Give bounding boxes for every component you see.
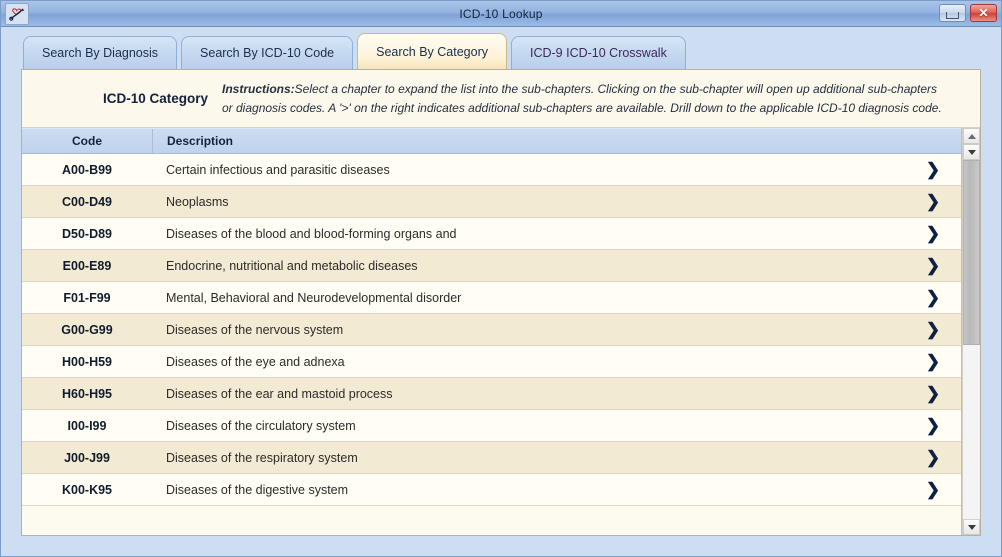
cell-code: C00-D49: [61, 194, 113, 209]
scrollbar-track[interactable]: [963, 160, 980, 519]
cell-description: Diseases of the eye and adnexa: [166, 354, 345, 369]
cell-code: H60-H95: [61, 386, 113, 401]
table-header-row: Code Description: [22, 128, 961, 155]
window-title: ICD-10 Lookup: [459, 6, 543, 21]
table-row[interactable]: G00-G99 Diseases of the nervous system ❯: [22, 314, 961, 347]
grid-main: Code Description A00-B99 Certain infecti…: [22, 128, 962, 535]
scroll-up-button[interactable]: [963, 128, 980, 145]
cell-code: F01-F99: [63, 290, 111, 305]
cell-description: Certain infectious and parasitic disease…: [166, 162, 390, 177]
cell-description: Mental, Behavioral and Neurodevelopmenta…: [166, 290, 462, 305]
minimize-button[interactable]: [939, 4, 966, 22]
close-button[interactable]: ✕: [970, 4, 997, 22]
table-row[interactable]: C00-D49 Neoplasms ❯: [22, 186, 961, 219]
instructions-bar: ICD-10 Category Instructions:Select a ch…: [22, 70, 980, 129]
table-row[interactable]: K00-K95 Diseases of the digestive system…: [22, 474, 961, 507]
tab-search-by-icd10-code[interactable]: Search By ICD-10 Code: [181, 36, 354, 69]
table-row[interactable]: I00-I99 Diseases of the circulatory syst…: [22, 410, 961, 443]
chevron-down-icon: [967, 524, 976, 530]
instructions-line-2: or diagnosis codes. A '>' on the right i…: [222, 100, 942, 115]
chevron-right-icon[interactable]: ❯: [905, 161, 961, 178]
chevron-right-icon[interactable]: ❯: [905, 321, 961, 338]
chevron-right-icon[interactable]: ❯: [905, 257, 961, 274]
tab-icd9-icd10-crosswalk[interactable]: ICD-9 ICD-10 Crosswalk: [510, 36, 686, 69]
table-row[interactable]: J00-J99 Diseases of the respiratory syst…: [22, 442, 961, 475]
minimize-icon: [946, 11, 959, 19]
instructions-line-1: Instructions:Select a chapter to expand …: [222, 80, 966, 99]
search-by-category-panel: ICD-10 Category Instructions:Select a ch…: [21, 69, 981, 536]
tab-search-by-category[interactable]: Search By Category: [357, 33, 507, 69]
instructions-text: Instructions:Select a chapter to expand …: [222, 80, 966, 117]
cell-code: J00-J99: [64, 450, 110, 465]
scroll-down-button[interactable]: [963, 519, 980, 535]
title-bar: ICD-10 Lookup ✕: [1, 1, 1001, 27]
chevron-right-icon[interactable]: ❯: [905, 193, 961, 210]
cell-code: D50-D89: [61, 226, 113, 241]
table-row[interactable]: A00-B99 Certain infectious and parasitic…: [22, 154, 961, 187]
scrollbar-thumb[interactable]: [963, 160, 980, 346]
column-header-arrow: [905, 129, 961, 153]
chevron-right-icon[interactable]: ❯: [905, 417, 961, 434]
tab-bar: Search By Diagnosis Search By ICD-10 Cod…: [1, 27, 1001, 69]
column-header-code[interactable]: Code: [22, 129, 153, 154]
instructions-heading: Instructions:: [222, 82, 295, 96]
cell-code: H00-H59: [61, 354, 113, 369]
table-row[interactable]: F01-F99 Mental, Behavioral and Neurodeve…: [22, 282, 961, 315]
tab-panel-wrapper: ICD-10 Category Instructions:Select a ch…: [1, 69, 1001, 556]
chevron-right-icon[interactable]: ❯: [905, 289, 961, 306]
instructions-line-1-text: Select a chapter to expand the list into…: [294, 82, 938, 96]
icd10-lookup-window: ICD-10 Lookup ✕ Search By Diagnosis Sear…: [0, 0, 1002, 557]
table-row[interactable]: H60-H95 Diseases of the ear and mastoid …: [22, 378, 961, 411]
heart-stethoscope-icon: [5, 2, 29, 25]
table-row[interactable]: H00-H59 Diseases of the eye and adnexa ❯: [22, 346, 961, 379]
cell-description: Diseases of the digestive system: [166, 482, 349, 497]
tab-search-by-diagnosis[interactable]: Search By Diagnosis: [23, 36, 178, 69]
cell-description: Endocrine, nutritional and metabolic dis…: [166, 258, 418, 273]
cell-description: Diseases of the blood and blood-forming …: [166, 226, 457, 241]
chevron-right-icon[interactable]: ❯: [905, 353, 961, 370]
vertical-scrollbar[interactable]: [962, 128, 980, 535]
cell-description: Diseases of the circulatory system: [166, 418, 356, 433]
cell-code: A00-B99: [61, 162, 113, 177]
cell-code: I00-I99: [67, 418, 107, 433]
chevron-up-icon: [967, 133, 976, 139]
table-row[interactable]: D50-D89 Diseases of the blood and blood-…: [22, 218, 961, 251]
cell-description: Diseases of the nervous system: [166, 322, 344, 337]
table-body: A00-B99 Certain infectious and parasitic…: [22, 154, 961, 535]
cell-description: Neoplasms: [166, 194, 229, 209]
window-controls: ✕: [939, 4, 997, 22]
cell-description: Diseases of the respiratory system: [166, 450, 358, 465]
scroll-up-secondary-button[interactable]: [963, 144, 980, 161]
cell-code: G00-G99: [61, 322, 113, 337]
chevron-right-icon[interactable]: ❯: [905, 225, 961, 242]
chevron-right-icon[interactable]: ❯: [905, 481, 961, 498]
chevron-right-icon[interactable]: ❯: [905, 385, 961, 402]
cell-code: E00-E89: [62, 258, 112, 273]
cell-description: Diseases of the ear and mastoid process: [166, 386, 393, 401]
chevron-down-icon: [967, 149, 976, 155]
category-heading: ICD-10 Category: [102, 91, 208, 107]
cell-code: K00-K95: [61, 482, 113, 497]
table-row[interactable]: E00-E89 Endocrine, nutritional and metab…: [22, 250, 961, 283]
chevron-right-icon[interactable]: ❯: [905, 449, 961, 466]
category-grid: Code Description A00-B99 Certain infecti…: [22, 128, 980, 535]
column-header-description[interactable]: Description: [153, 129, 905, 153]
